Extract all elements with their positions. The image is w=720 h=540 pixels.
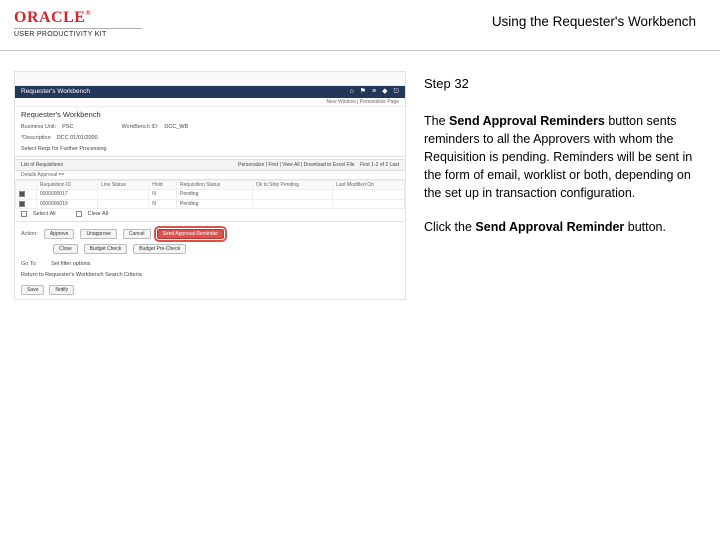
ss-sub-links: New Window | Personalize Page	[15, 98, 405, 107]
home-icon: ⌂	[349, 88, 353, 96]
ss-divider	[15, 221, 405, 222]
table-header-row: Requisition ID Line Status Hold Requisit…	[16, 181, 405, 190]
checkbox-icon[interactable]	[19, 191, 25, 197]
col-lastmod: Last Modified On	[333, 181, 405, 190]
oracle-logo: ORACLE®	[14, 10, 91, 26]
col-oktoship: Ok to Ship Pending	[252, 181, 332, 190]
instruction-paragraph-2: Click the Send Approval Reminder button.	[424, 218, 706, 236]
oracle-logo-text: ORACLE	[14, 9, 85, 26]
instruction-column: Step 32 The Send Approval Reminders butt…	[424, 71, 706, 300]
ss-action-row-1: Action: Approve Unapprove Cancel Send Ap…	[15, 224, 405, 244]
send-approval-reminder-button[interactable]: Send Approval Reminder	[157, 229, 225, 239]
instruction-paragraph-1: The Send Approval Reminders button sents…	[424, 112, 706, 203]
ss-wb-label: WorkBench ID:	[121, 124, 158, 131]
ss-return-row: Return to Requester's Workbench Search C…	[15, 270, 405, 281]
oracle-logo-block: ORACLE® USER PRODUCTIVITY KIT	[14, 10, 142, 38]
registered-mark: ®	[85, 9, 91, 17]
ss-bottom-buttons: Save Notify	[15, 281, 405, 299]
clear-all-checkbox[interactable]	[76, 211, 82, 217]
ss-page-heading: Requester's Workbench	[15, 107, 405, 122]
col-reqid: Requisition ID	[36, 181, 97, 190]
ss-app-banner: Requester's Workbench ⌂ ⚑ ≡ ◆ ⎋	[15, 86, 405, 98]
notify-button[interactable]: Notify	[49, 285, 74, 295]
ss-goto-label: Go To:	[21, 261, 37, 268]
col-linestatus: Line Status	[97, 181, 148, 190]
ss-select-reqs-row: Select Reqs for Further Processing	[15, 144, 405, 155]
bold-term: Send Approval Reminders	[449, 114, 605, 128]
ss-select-all[interactable]: Select All	[33, 211, 56, 218]
screenshot-column: Requester's Workbench ⌂ ⚑ ≡ ◆ ⎋ New Wind…	[14, 71, 406, 300]
ss-browser-nav	[15, 72, 405, 86]
bold-term: Send Approval Reminder	[475, 220, 624, 234]
table-row: 0000000019 N Pending	[16, 199, 405, 208]
ss-goto-row: Go To: Set filter options	[15, 259, 405, 270]
logout-icon: ⎋	[393, 88, 399, 96]
ss-banner-title: Requester's Workbench	[21, 88, 90, 96]
ss-divider	[15, 156, 405, 157]
select-all-checkbox[interactable]	[21, 211, 27, 217]
ss-clear-all[interactable]: Clear All	[88, 211, 108, 218]
menu-icon: ≡	[372, 88, 376, 96]
logo-divider	[14, 28, 142, 29]
table-row: 0000000017 N Pending	[16, 190, 405, 199]
ss-bu-value: PSC	[62, 124, 73, 131]
ss-list-title: List of Requisitions	[21, 162, 63, 168]
page-title: Using the Requester's Workbench	[492, 10, 706, 29]
ss-bu-row: Business Unit: PSC WorkBench ID: DCC_WB	[15, 122, 405, 133]
ss-select-clear-row: Select All Clear All	[15, 209, 405, 220]
cancel-button[interactable]: Cancel	[123, 229, 151, 239]
ss-select-reqs-label: Select Reqs for Further Processing	[21, 146, 107, 153]
main-content: Requester's Workbench ⌂ ⚑ ≡ ◆ ⎋ New Wind…	[0, 51, 720, 300]
ss-desc-row: *Description DCC 01/01/2000	[15, 133, 405, 144]
col-sel	[16, 181, 37, 190]
ss-req-table: Requisition ID Line Status Hold Requisit…	[15, 180, 405, 209]
ss-wb-value: DCC_WB	[164, 124, 188, 131]
ss-desc-label: *Description	[21, 135, 51, 142]
page-header: ORACLE® USER PRODUCTIVITY KIT Using the …	[0, 0, 720, 44]
unapprove-button[interactable]: Unapprove	[80, 229, 116, 239]
approve-button[interactable]: Approve	[44, 229, 75, 239]
embedded-app-screenshot: Requester's Workbench ⌂ ⚑ ≡ ◆ ⎋ New Wind…	[14, 71, 406, 300]
save-button[interactable]: Save	[21, 285, 44, 295]
ss-action-label: Action:	[21, 231, 38, 238]
ss-return-link[interactable]: Return to Requester's Workbench Search C…	[21, 272, 142, 279]
close-button[interactable]: Close	[53, 244, 78, 254]
ss-action-row-2: Close Budget Check Budget Pre-Check	[15, 244, 405, 259]
ss-list-meta: Personalize | Find | View All | Download…	[238, 162, 399, 168]
checkbox-icon[interactable]	[19, 201, 25, 207]
step-label: Step 32	[424, 75, 706, 94]
badge-icon: ◆	[382, 88, 387, 96]
ss-bu-label: Business Unit:	[21, 124, 56, 131]
ss-tabs: Details Approval ==	[15, 171, 405, 180]
ss-list-header: List of Requisitions Personalize | Find …	[15, 159, 405, 171]
upk-subtitle: USER PRODUCTIVITY KIT	[14, 31, 107, 38]
budget-check-button[interactable]: Budget Check	[84, 244, 127, 254]
flag-icon: ⚑	[360, 88, 366, 96]
ss-desc-value: DCC 01/01/2000	[57, 135, 98, 142]
col-reqstatus: Requisition Status	[177, 181, 253, 190]
col-hold: Hold	[149, 181, 177, 190]
budget-precheck-button[interactable]: Budget Pre-Check	[133, 244, 186, 254]
ss-banner-icons: ⌂ ⚑ ≡ ◆ ⎋	[349, 88, 399, 96]
ss-goto-link[interactable]: Set filter options	[51, 261, 90, 268]
